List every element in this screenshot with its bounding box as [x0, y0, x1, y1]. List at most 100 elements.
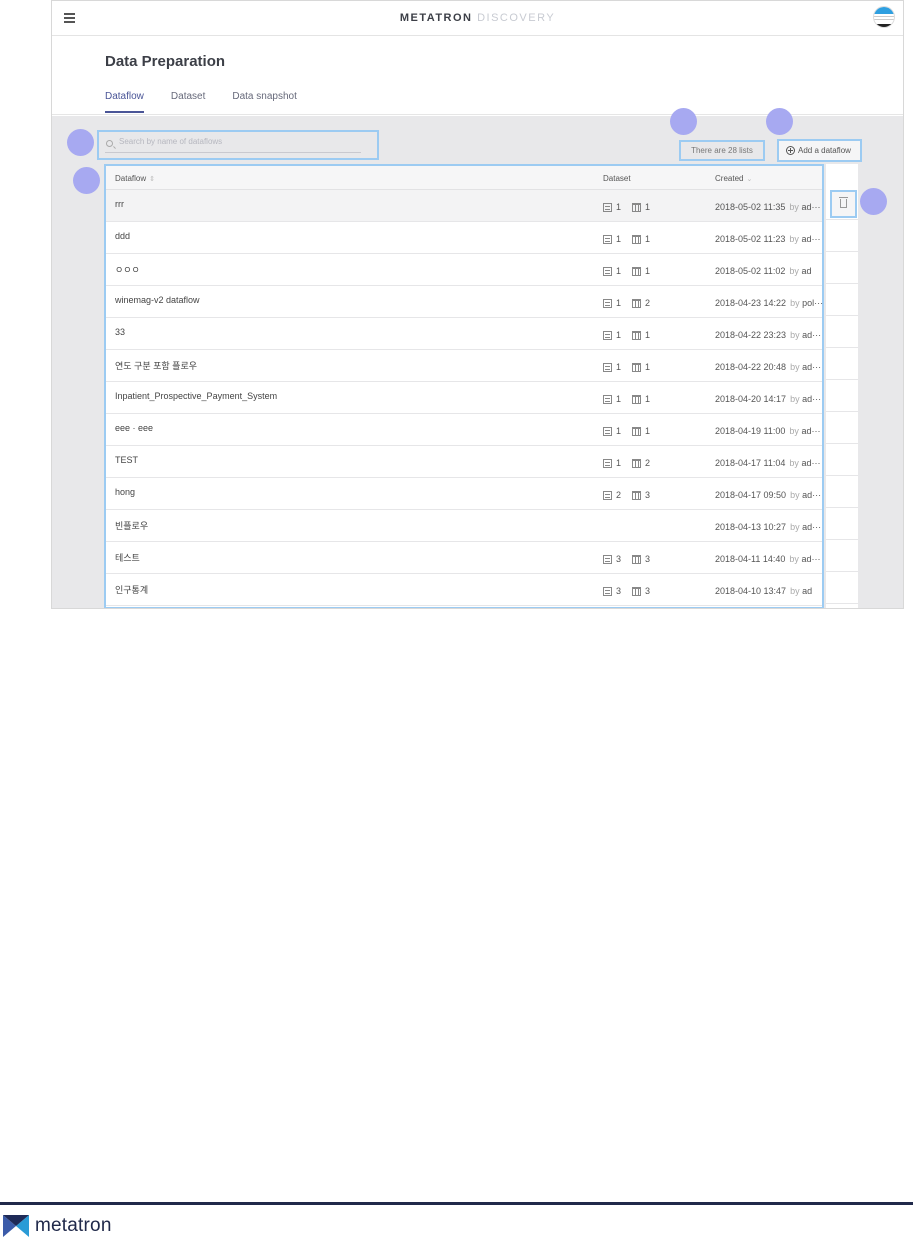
table-row[interactable]: 테스트 3 3 2018-04-11 14:40 by ad··· — [106, 542, 822, 574]
row-action-slot — [826, 508, 858, 540]
created-info: 2018-04-23 14:22 by pol··· — [715, 298, 823, 308]
table-icon — [632, 458, 642, 468]
imported-dataset-count: 1 — [616, 234, 622, 244]
metatron-logo-icon — [3, 1215, 29, 1237]
tab-data-snapshot[interactable]: Data snapshot — [232, 91, 297, 113]
dataflow-list-panel: Search by name of dataflows There are 28… — [52, 116, 903, 608]
by-label: by — [790, 490, 800, 500]
imported-dataset-count: 1 — [616, 266, 622, 276]
imported-dataset-count: 1 — [616, 362, 622, 372]
table-row[interactable]: 연도 구분 포함 플로우 1 1 2018-04-22 20:48 by ad··· — [106, 350, 822, 382]
table-row[interactable]: 33 1 1 2018-04-22 23:23 by ad··· — [106, 318, 822, 350]
created-info: 2018-04-17 11:04 by ad··· — [715, 458, 820, 468]
table-icon — [632, 266, 642, 276]
sort-desc-icon[interactable]: ⌄ — [746, 176, 752, 183]
imported-dataset-count: 1 — [616, 394, 622, 404]
by-label: by — [789, 266, 799, 276]
created-by-user: ad··· — [801, 234, 821, 244]
created-date: 2018-04-22 20:48 — [715, 362, 787, 372]
imported-dataset-count: 1 — [616, 298, 622, 308]
created-by-user: ad··· — [801, 554, 821, 564]
app-window: METATRON DISCOVERY Data Preparation Data… — [51, 0, 904, 609]
created-date: 2018-05-02 11:02 — [715, 266, 786, 276]
tab-dataset[interactable]: Dataset — [171, 91, 205, 113]
table-row[interactable]: TEST 1 2 2018-04-17 11:04 by ad··· — [106, 446, 822, 478]
dataset-icon — [603, 394, 612, 404]
row-action-slot — [826, 380, 858, 412]
footer-brand: metatron — [35, 1215, 112, 1236]
search-input[interactable]: Search by name of dataflows — [119, 137, 222, 146]
search-box[interactable]: Search by name of dataflows — [97, 130, 379, 160]
created-info: 2018-05-02 11:02 by ad — [715, 266, 811, 276]
dataflow-name: ddd — [115, 231, 131, 241]
by-label: by — [789, 202, 799, 212]
wrangled-dataset-count: 3 — [645, 490, 651, 500]
dataflow-name: eee · eee — [115, 423, 154, 433]
created-info: 2018-04-20 14:17 by ad··· — [715, 394, 821, 404]
created-date: 2018-04-10 13:47 — [715, 586, 787, 596]
table-row[interactable]: 인구통계 3 3 2018-04-10 13:47 by ad — [106, 574, 822, 606]
by-label: by — [789, 426, 799, 436]
brand-primary: METATRON — [399, 12, 473, 24]
dataset-counts: 11 — [603, 362, 661, 372]
dataset-counts: 23 — [603, 490, 661, 500]
dataflow-name: winemag-v2 dataflow — [115, 295, 200, 305]
delete-button[interactable] — [830, 190, 857, 218]
table-row[interactable]: hong 2 3 2018-04-17 09:50 by ad··· — [106, 478, 822, 510]
created-by-user: ad··· — [801, 458, 821, 468]
add-dataflow-button[interactable]: Add a dataflow — [777, 139, 862, 162]
table-row[interactable]: winemag-v2 dataflow 1 2 2018-04-23 14:22 by … — [106, 286, 823, 318]
created-info: 2018-04-13 10:27 by ad··· — [715, 522, 821, 532]
page-title: Data Preparation — [105, 53, 226, 70]
created-info: 2018-04-22 23:23 by ad··· — [715, 330, 821, 340]
row-action-slot — [826, 572, 858, 604]
user-avatar[interactable] — [873, 6, 895, 28]
table-row[interactable]: Inpatient_Prospective_Payment_System 1 1 20… — [106, 382, 822, 414]
column-header-dataflow[interactable]: Dataflow ⇕ — [115, 174, 155, 183]
sort-icon[interactable]: ⇕ — [149, 176, 155, 183]
created-date: 2018-04-20 14:17 — [715, 394, 787, 404]
by-label: by — [790, 586, 800, 596]
wrangled-dataset-count: 1 — [645, 362, 651, 372]
brand-secondary: DISCOVERY — [477, 12, 556, 24]
dataset-icon — [603, 202, 612, 212]
row-action-slot — [826, 220, 858, 252]
search-icon — [106, 140, 113, 147]
created-by-user: ad··· — [802, 394, 822, 404]
by-label: by — [789, 554, 799, 564]
table-icon — [632, 298, 642, 308]
row-action-slot — [826, 412, 858, 444]
dataset-counts: 33 — [603, 554, 661, 564]
wrangled-dataset-count: 3 — [645, 554, 651, 564]
table-row[interactable]: 빈플로우 2018-04-13 10:27 by ad··· — [106, 510, 822, 542]
wrangled-dataset-count: 2 — [645, 458, 651, 468]
column-header-created[interactable]: Created ⌄ — [715, 174, 752, 183]
imported-dataset-count: 2 — [616, 490, 622, 500]
brand-logo[interactable]: METATRON DISCOVERY — [52, 12, 903, 24]
created-info: 2018-05-02 11:23 by ad··· — [715, 234, 820, 244]
wrangled-dataset-count: 1 — [645, 234, 651, 244]
created-date: 2018-04-17 09:50 — [715, 490, 787, 500]
created-date: 2018-04-17 11:04 — [715, 458, 786, 468]
table-row[interactable]: ddd 1 1 2018-05-02 11:23 by ad··· — [106, 222, 822, 254]
created-by-user: ad··· — [802, 490, 822, 500]
dataset-icon — [603, 586, 612, 596]
row-action-slot — [826, 444, 858, 476]
trash-icon — [839, 197, 848, 208]
table-row[interactable]: eee · eee 1 1 2018-04-19 11:00 by ad··· — [106, 414, 822, 446]
created-by-user: ad··· — [801, 202, 821, 212]
by-label: by — [789, 234, 799, 244]
dataset-counts: 11 — [603, 202, 661, 212]
created-info: 2018-04-19 11:00 by ad··· — [715, 426, 820, 436]
created-by-user: ad··· — [802, 522, 822, 532]
created-by-user: ad··· — [802, 362, 822, 372]
tab-dataflow[interactable]: Dataflow — [105, 91, 144, 113]
table-row[interactable]: ㅇㅇㅇ 1 1 2018-05-02 11:02 by ad — [106, 254, 822, 286]
table-header: Dataflow ⇕ Dataset Created ⌄ — [106, 166, 822, 190]
created-date: 2018-04-23 14:22 — [715, 298, 787, 308]
dataset-counts: 11 — [603, 266, 661, 276]
wrangled-dataset-count: 1 — [645, 330, 651, 340]
created-date: 2018-04-13 10:27 — [715, 522, 787, 532]
table-row[interactable]: rrr 1 1 2018-05-02 11:35 by ad··· — [106, 190, 822, 222]
by-label: by — [789, 458, 799, 468]
